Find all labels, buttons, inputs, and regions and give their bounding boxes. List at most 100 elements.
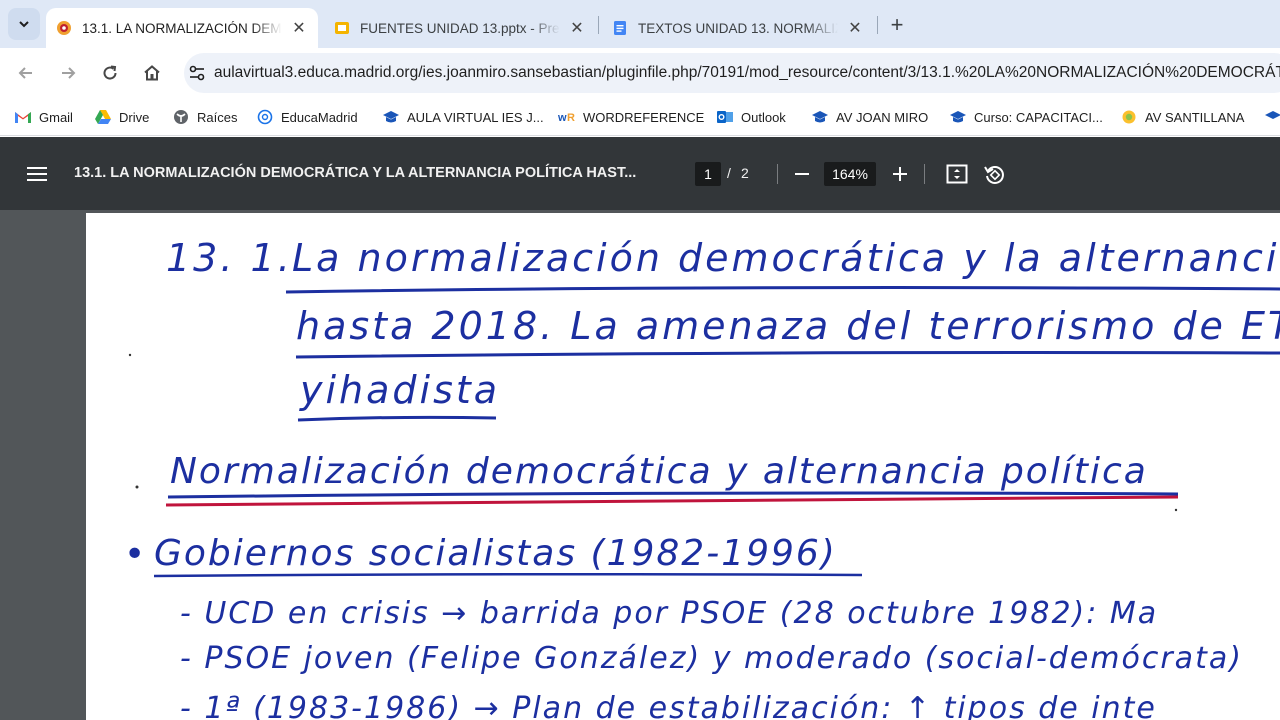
bookmark-av-santillana[interactable]: AV SANTILLANA xyxy=(1120,107,1244,127)
docs-icon xyxy=(614,21,626,35)
list-item: - PSOE joven (Felipe González) y moderad… xyxy=(180,641,1243,676)
tab-title: FUENTES UNIDAD 13.pptx - Presentaciones xyxy=(360,20,560,36)
bookmark-label: WORDREFERENCE xyxy=(583,109,705,125)
close-icon[interactable]: ✕ xyxy=(290,19,308,37)
pdf-page: 13. 1. La normalización democrática y la… xyxy=(86,213,1280,720)
bookmark-wordreference[interactable]: wR WORDREFERENCE xyxy=(558,107,704,127)
pdf-toolbar: 13.1. LA NORMALIZACIÓN DEMOCRÁTICA Y LA … xyxy=(0,137,1280,210)
fit-to-page-icon xyxy=(946,164,968,184)
svg-text:w: w xyxy=(558,112,567,124)
close-icon[interactable]: ✕ xyxy=(568,19,586,37)
bullet: • xyxy=(124,534,147,575)
wordreference-icon: wR xyxy=(558,109,576,125)
arrow-left-icon xyxy=(18,67,32,79)
handwritten-notes: 13. 1. La normalización democrática y la… xyxy=(124,236,1280,720)
address-bar[interactable]: aulavirtual3.educa.madrid.org/ies.joanmi… xyxy=(184,53,1280,93)
tune-icon xyxy=(189,65,205,81)
zoom-input[interactable]: 164% xyxy=(824,162,876,186)
heading-underline xyxy=(297,415,497,422)
heading-number: 13. 1. xyxy=(166,236,293,280)
bookmark-av-joan-miro[interactable]: AV JOAN MIRO xyxy=(811,107,928,127)
browser-toolbar: aulavirtual3.educa.madrid.org/ies.joanmi… xyxy=(0,48,1280,98)
plus-icon xyxy=(893,167,907,181)
toolbar-divider xyxy=(777,164,778,184)
bookmark-curso[interactable]: Curso: CAPACITACI... xyxy=(949,107,1103,127)
zoom-out-button[interactable] xyxy=(789,161,815,187)
drive-icon xyxy=(94,109,112,125)
tab-strip: 13.1. LA NORMALIZACIÓN DEMOCRÁTICA ✕ FUE… xyxy=(0,0,1280,48)
home-button[interactable] xyxy=(138,59,166,87)
bookmark-gmail[interactable]: Gmail xyxy=(14,107,73,127)
zoom-in-button[interactable] xyxy=(887,161,913,187)
section-underline-blue xyxy=(167,491,1179,499)
heading-underline xyxy=(295,351,1280,359)
outlook-icon xyxy=(716,109,734,125)
close-icon[interactable]: ✕ xyxy=(846,19,864,37)
bookmark-label: Outlook xyxy=(741,109,786,125)
page-total: 2 xyxy=(741,165,749,181)
bookmark-educamadrid[interactable]: EducaMadrid xyxy=(256,107,358,127)
bookmark-overflow[interactable] xyxy=(1264,107,1280,127)
page-number-input[interactable]: 1 xyxy=(695,162,721,186)
santillana-icon xyxy=(1120,109,1138,125)
bookmark-drive[interactable]: Drive xyxy=(94,107,149,127)
graduation-cap-icon xyxy=(949,109,967,125)
bookmark-label: AV JOAN MIRO xyxy=(836,109,929,125)
stray-dot xyxy=(1174,508,1178,512)
tab-slides[interactable]: FUENTES UNIDAD 13.pptx - Presentaciones … xyxy=(324,8,596,48)
list-item: - UCD en crisis → barrida por PSOE (28 o… xyxy=(180,596,1158,631)
tab-separator xyxy=(598,16,599,34)
tab-docs[interactable]: TEXTOS UNIDAD 13. NORMALIZACIÓN ✕ xyxy=(602,8,874,48)
url-text[interactable]: aulavirtual3.educa.madrid.org/ies.joanmi… xyxy=(214,64,1280,82)
slides-icon xyxy=(335,22,349,34)
bookmark-label: Drive xyxy=(119,109,150,125)
heading-line-3: yihadista xyxy=(299,368,500,412)
bookmark-raices[interactable]: Raíces xyxy=(172,107,237,127)
page-separator: / xyxy=(727,165,731,181)
gmail-icon xyxy=(14,109,32,125)
rotate-button[interactable] xyxy=(981,161,1007,187)
rotate-icon xyxy=(984,166,1004,184)
minus-icon xyxy=(795,173,809,175)
tab-title: TEXTOS UNIDAD 13. NORMALIZACIÓN xyxy=(638,20,838,36)
stray-dot xyxy=(135,485,139,489)
reload-button[interactable] xyxy=(96,59,124,87)
bookmark-outlook[interactable]: Outlook xyxy=(716,107,786,127)
educamadrid-icon xyxy=(256,109,274,125)
raices-icon xyxy=(172,109,190,125)
heading-line-2: hasta 2018. La amenaza del terrorismo de… xyxy=(296,304,1280,348)
arrow-right-icon xyxy=(62,67,76,79)
stray-dot xyxy=(128,353,132,357)
svg-text:R: R xyxy=(567,112,575,124)
graduation-cap-icon xyxy=(1264,109,1280,125)
list-item: - 1ª (1983-1986) → Plan de estabilizació… xyxy=(180,691,1157,720)
fit-page-button[interactable] xyxy=(944,161,970,187)
bookmark-label: AV SANTILLANA xyxy=(1145,109,1245,125)
heading-line-1: La normalización democrática y la altern… xyxy=(292,236,1280,280)
toolbar-divider xyxy=(924,164,925,184)
hamburger-icon xyxy=(27,167,47,181)
pdf-title: 13.1. LA NORMALIZACIÓN DEMOCRÁTICA Y LA … xyxy=(74,165,637,181)
tab-search-button[interactable] xyxy=(8,8,40,40)
reload-icon xyxy=(103,65,117,80)
bookmark-label: EducaMadrid xyxy=(281,109,358,125)
pdf-menu-button[interactable] xyxy=(24,161,50,187)
tab-pdf[interactable]: 13.1. LA NORMALIZACIÓN DEMOCRÁTICA ✕ xyxy=(46,8,318,48)
site-info-button[interactable] xyxy=(188,58,206,88)
bookmarks-bar: Gmail Drive Raíces EducaMadrid AULA VIRT… xyxy=(0,98,1280,136)
forward-button[interactable] xyxy=(54,59,82,87)
heading-underline xyxy=(285,286,1280,294)
bookmark-label: AULA VIRTUAL IES J... xyxy=(407,109,544,125)
back-button[interactable] xyxy=(12,59,40,87)
section-underline-red xyxy=(165,495,1179,507)
chevron-down-icon xyxy=(19,21,29,28)
new-tab-button[interactable]: + xyxy=(884,12,910,38)
graduation-cap-icon xyxy=(382,109,400,125)
bookmark-aula-virtual[interactable]: AULA VIRTUAL IES J... xyxy=(382,107,544,127)
tab-separator xyxy=(877,16,878,34)
tab-title: 13.1. LA NORMALIZACIÓN DEMOCRÁTICA xyxy=(82,20,282,36)
home-icon xyxy=(144,65,160,81)
subsection-title: Gobiernos socialistas (1982-1996) xyxy=(154,533,837,574)
bookmark-label: Curso: CAPACITACI... xyxy=(974,109,1103,125)
subsection-underline xyxy=(153,572,863,578)
